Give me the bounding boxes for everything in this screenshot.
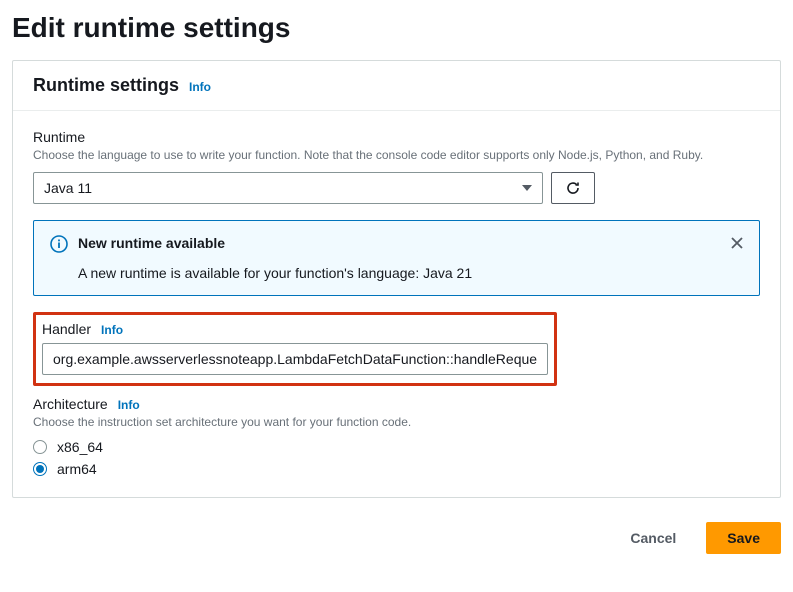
- handler-info-link[interactable]: Info: [101, 323, 123, 337]
- alert-body: A new runtime is available for your func…: [78, 265, 715, 281]
- radio-x86-64[interactable]: x86_64: [33, 439, 760, 455]
- footer-actions: Cancel Save: [12, 514, 781, 562]
- alert-title: New runtime available: [78, 235, 715, 251]
- architecture-label: Architecture: [33, 396, 108, 412]
- info-icon: [50, 235, 68, 253]
- new-runtime-alert: New runtime available A new runtime is a…: [33, 220, 760, 296]
- handler-label: Handler: [42, 321, 91, 337]
- chevron-down-icon: [522, 185, 532, 191]
- close-icon[interactable]: [729, 235, 745, 251]
- handler-input[interactable]: [42, 343, 548, 375]
- radio-label: arm64: [57, 461, 97, 477]
- page-title: Edit runtime settings: [12, 0, 781, 60]
- architecture-field: Architecture Info Choose the instruction…: [33, 396, 760, 477]
- runtime-select-value: Java 11: [44, 180, 92, 196]
- radio-label: x86_64: [57, 439, 103, 455]
- save-button[interactable]: Save: [706, 522, 781, 554]
- architecture-radio-group: x86_64 arm64: [33, 439, 760, 477]
- runtime-select[interactable]: Java 11: [33, 172, 543, 204]
- panel-title: Runtime settings: [33, 75, 179, 96]
- architecture-description: Choose the instruction set architecture …: [33, 414, 760, 431]
- runtime-field: Runtime Choose the language to use to wr…: [33, 129, 760, 204]
- architecture-info-link[interactable]: Info: [118, 398, 140, 412]
- radio-icon: [33, 440, 47, 454]
- runtime-label: Runtime: [33, 129, 760, 145]
- panel-body: Runtime Choose the language to use to wr…: [13, 111, 780, 497]
- panel-header: Runtime settings Info: [13, 61, 780, 111]
- runtime-description: Choose the language to use to write your…: [33, 147, 760, 164]
- runtime-settings-panel: Runtime settings Info Runtime Choose the…: [12, 60, 781, 498]
- cancel-button[interactable]: Cancel: [610, 522, 696, 554]
- refresh-icon: [565, 180, 581, 196]
- handler-highlight: Handler Info: [33, 312, 557, 386]
- refresh-button[interactable]: [551, 172, 595, 204]
- radio-icon: [33, 462, 47, 476]
- radio-arm64[interactable]: arm64: [33, 461, 760, 477]
- panel-info-link[interactable]: Info: [189, 80, 211, 94]
